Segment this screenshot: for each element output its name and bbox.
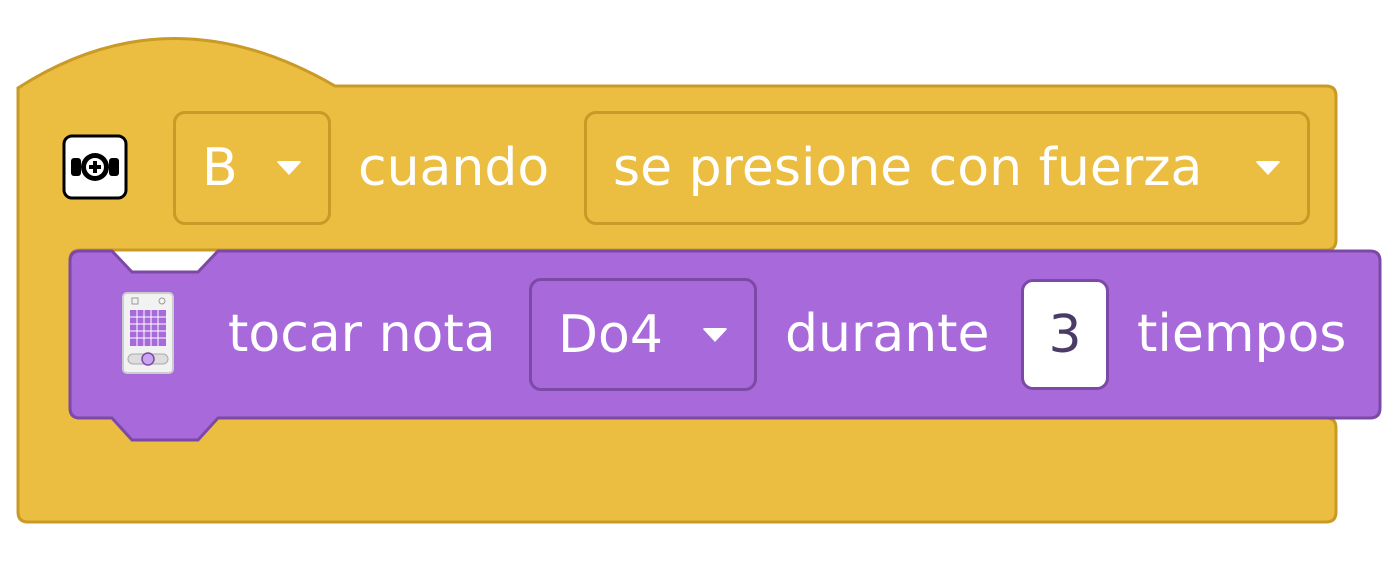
block-canvas: B cuando se presione con fuerza tocar no… [0, 0, 1398, 568]
beats-input[interactable]: 3 [1021, 279, 1109, 390]
event-select[interactable]: se presione con fuerza [584, 111, 1310, 225]
note-select[interactable]: Do4 [529, 278, 757, 391]
action-label: tocar nota [228, 304, 496, 364]
chevron-down-icon [1255, 161, 1281, 175]
unit-label: tiempos [1137, 304, 1347, 364]
button-select[interactable]: B [173, 111, 331, 225]
event-select-value: se presione con fuerza [613, 138, 1203, 198]
force-sensor-icon [62, 134, 128, 200]
chevron-down-icon [702, 327, 728, 342]
hub-speaker-icon [122, 292, 174, 374]
when-label: cuando [358, 138, 550, 198]
button-select-value: B [202, 138, 238, 198]
duration-label: durante [785, 304, 990, 364]
chevron-down-icon [276, 161, 302, 175]
note-select-value: Do4 [558, 304, 663, 365]
